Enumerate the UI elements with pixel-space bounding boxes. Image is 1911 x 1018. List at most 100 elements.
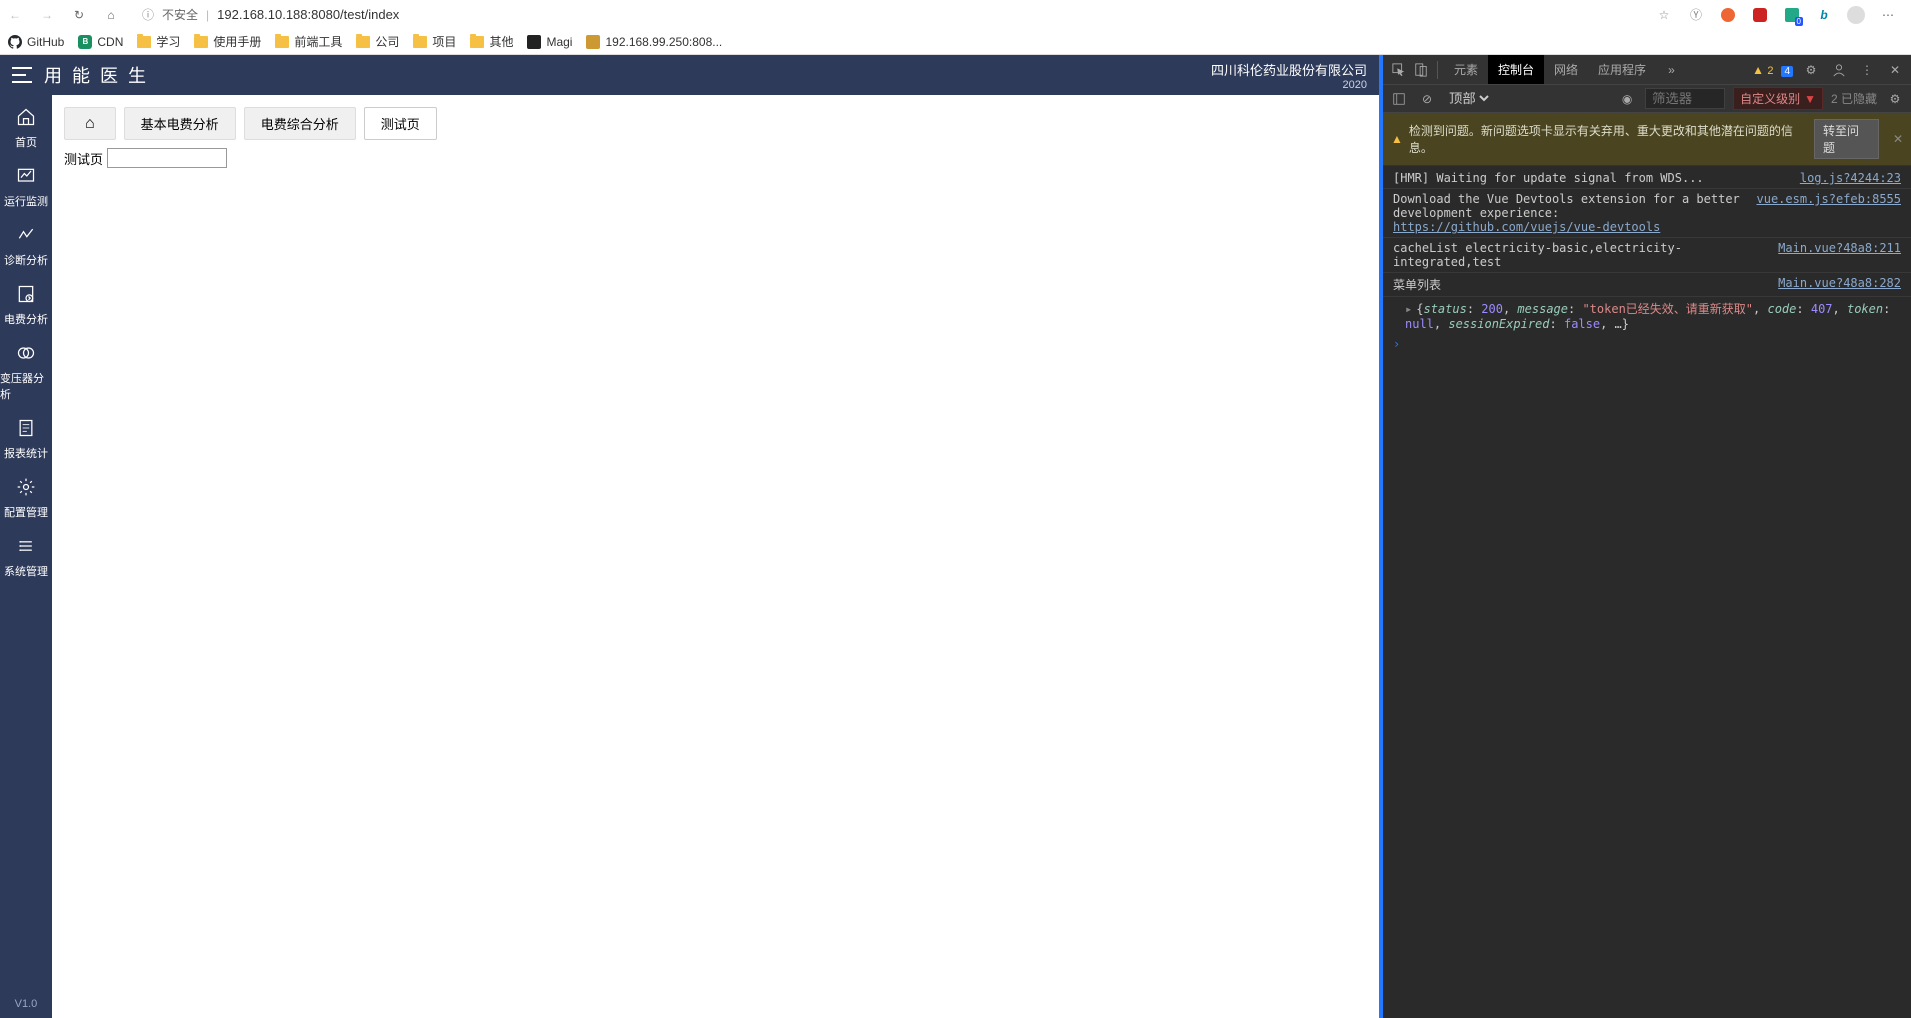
sidebar-item-system[interactable]: 系统管理 bbox=[0, 528, 52, 587]
sidebar-item-label: 配置管理 bbox=[4, 504, 48, 520]
app-header: 用能医生 四川科伦药业股份有限公司 2020 bbox=[0, 55, 1379, 95]
bookmark-item[interactable]: 前端工具 bbox=[275, 33, 342, 50]
hidden-count: 2 已隐藏 bbox=[1831, 90, 1877, 107]
sidebar-item-report[interactable]: 报表统计 bbox=[0, 410, 52, 469]
address-bar-row: ← → ↻ ⌂ ⓘ 不安全 | 192.168.10.188:8080/test… bbox=[0, 0, 1911, 29]
issues-banner: ▲ 检测到问题。新问题选项卡显示有关弃用、重大更改和其他潜在问题的信息。 转至问… bbox=[1383, 113, 1911, 166]
log-entry: ▸{status: 200, message: "token已经失效、请重新获取… bbox=[1383, 297, 1911, 334]
clear-console-icon[interactable]: ⊘ bbox=[1417, 89, 1437, 109]
console-settings-icon[interactable]: ⚙ bbox=[1885, 89, 1905, 109]
devtools-more-tabs[interactable]: » bbox=[1658, 57, 1685, 83]
sidebar-item-cost[interactable]: 电费分析 bbox=[0, 276, 52, 335]
tab-item[interactable]: 电费综合分析 bbox=[244, 107, 356, 140]
source-link[interactable]: log.js?4244:23 bbox=[1800, 171, 1901, 185]
transformer-icon bbox=[16, 343, 36, 366]
console-prompt[interactable]: › bbox=[1383, 334, 1911, 354]
refresh-button[interactable]: ↻ bbox=[70, 6, 88, 24]
sidebar-item-label: 变压器分析 bbox=[0, 370, 52, 402]
devtools-tab[interactable]: 控制台 bbox=[1488, 55, 1544, 84]
tab-home[interactable]: ⌂ bbox=[64, 107, 116, 140]
more-icon[interactable]: ⋯ bbox=[1879, 6, 1897, 24]
bookmark-item[interactable]: BCDN bbox=[78, 35, 123, 49]
devtools-tab[interactable]: 应用程序 bbox=[1588, 55, 1656, 84]
warning-icon: ▲ bbox=[1391, 132, 1403, 146]
bookmarks-bar: GitHub BCDN 学习使用手册前端工具公司项目其他 Magi 192.168.99… bbox=[0, 29, 1911, 54]
log-entry: Download the Vue Devtools extension for … bbox=[1383, 189, 1911, 238]
browser-chrome: ← → ↻ ⌂ ⓘ 不安全 | 192.168.10.188:8080/test… bbox=[0, 0, 1911, 55]
sidebar: 首页运行监测诊断分析电费分析变压器分析报表统计配置管理系统管理 V1.0 bbox=[0, 95, 52, 1018]
company-name: 四川科伦药业股份有限公司 bbox=[1211, 60, 1367, 79]
bookmark-item[interactable]: 公司 bbox=[356, 33, 399, 50]
monitor-icon bbox=[16, 166, 36, 189]
ext-red-icon[interactable] bbox=[1719, 6, 1737, 24]
account-icon[interactable] bbox=[1829, 60, 1849, 80]
ext-blue-icon[interactable]: 0 bbox=[1783, 6, 1801, 24]
bookmark-item[interactable]: 学习 bbox=[137, 33, 180, 50]
warn-badge[interactable]: ▲ 2 bbox=[1752, 63, 1773, 77]
main-content: ⌂基本电费分析电费综合分析测试页 测试页 bbox=[52, 95, 1379, 1018]
devtools-tab[interactable]: 网络 bbox=[1544, 55, 1588, 84]
log-link[interactable]: https://github.com/vuejs/vue-devtools bbox=[1393, 220, 1660, 234]
sidebar-item-label: 系统管理 bbox=[4, 563, 48, 579]
url-text: 192.168.10.188:8080/test/index bbox=[217, 7, 399, 22]
source-link[interactable]: Main.vue?48a8:282 bbox=[1778, 276, 1901, 293]
log-entry: cacheList electricity-basic,electricity-… bbox=[1383, 238, 1911, 273]
log-entry: [HMR] Waiting for update signal from WDS… bbox=[1383, 168, 1911, 189]
version-label: V1.0 bbox=[15, 990, 38, 1018]
adblock-icon[interactable] bbox=[1751, 6, 1769, 24]
sidebar-item-monitor[interactable]: 运行监测 bbox=[0, 158, 52, 217]
console-filter-input[interactable] bbox=[1645, 88, 1725, 109]
console-sidebar-icon[interactable] bbox=[1389, 89, 1409, 109]
sidebar-item-label: 首页 bbox=[15, 134, 37, 150]
devtools-tab[interactable]: 元素 bbox=[1444, 55, 1488, 84]
cost-icon bbox=[16, 284, 36, 307]
goto-issues-button[interactable]: 转至问题 bbox=[1814, 119, 1879, 159]
bookmark-item[interactable]: GitHub bbox=[8, 35, 64, 49]
forward-button[interactable]: → bbox=[38, 6, 56, 24]
devtools-tabs: 元素控制台网络应用程序 » ▲ 2 4 ⚙ ⋮ ✕ bbox=[1383, 55, 1911, 85]
app-title: 用能医生 bbox=[44, 62, 156, 88]
menu-toggle-icon[interactable] bbox=[12, 67, 32, 83]
tab-item[interactable]: 基本电费分析 bbox=[124, 107, 236, 140]
bookmark-item[interactable]: 其他 bbox=[470, 33, 513, 50]
source-link[interactable]: Main.vue?48a8:211 bbox=[1778, 241, 1901, 269]
info-icon: ⓘ bbox=[142, 6, 154, 23]
bookmark-item[interactable]: 项目 bbox=[413, 33, 456, 50]
sidebar-item-transformer[interactable]: 变压器分析 bbox=[0, 335, 52, 410]
expand-icon[interactable]: ▸ bbox=[1405, 302, 1412, 316]
log-level-select[interactable]: 自定义级别▼ bbox=[1733, 87, 1823, 110]
star-icon[interactable]: ☆ bbox=[1655, 6, 1673, 24]
settings-icon[interactable]: ⚙ bbox=[1801, 60, 1821, 80]
sidebar-item-diagnosis[interactable]: 诊断分析 bbox=[0, 217, 52, 276]
sidebar-item-config[interactable]: 配置管理 bbox=[0, 469, 52, 528]
content-tabs: ⌂基本电费分析电费综合分析测试页 bbox=[64, 107, 1367, 140]
test-field-row: 测试页 bbox=[64, 148, 1367, 168]
device-icon[interactable] bbox=[1411, 60, 1431, 80]
sidebar-item-label: 运行监测 bbox=[4, 193, 48, 209]
tab-item[interactable]: 测试页 bbox=[364, 107, 437, 140]
test-field-label: 测试页 bbox=[64, 149, 103, 168]
sidebar-item-home[interactable]: 首页 bbox=[0, 99, 52, 158]
home-button[interactable]: ⌂ bbox=[102, 6, 120, 24]
test-input[interactable] bbox=[107, 148, 227, 168]
bookmark-item[interactable]: 使用手册 bbox=[194, 33, 261, 50]
profile-icon[interactable] bbox=[1847, 6, 1865, 24]
yandex-icon[interactable]: Ⓨ bbox=[1687, 6, 1705, 24]
issues-close-icon[interactable]: ✕ bbox=[1893, 132, 1903, 146]
bookmark-item[interactable]: 192.168.99.250:808... bbox=[586, 35, 722, 49]
info-badge[interactable]: 4 bbox=[1781, 63, 1793, 77]
sidebar-item-label: 报表统计 bbox=[4, 445, 48, 461]
bing-icon[interactable]: b bbox=[1815, 6, 1833, 24]
chrome-actions: ☆ Ⓨ 0 b ⋯ bbox=[1655, 6, 1905, 24]
home-icon bbox=[16, 107, 36, 130]
report-icon bbox=[16, 418, 36, 441]
context-select[interactable]: 顶部 bbox=[1445, 90, 1492, 107]
inspect-icon[interactable] bbox=[1389, 60, 1409, 80]
back-button[interactable]: ← bbox=[6, 6, 24, 24]
devtools-close-icon[interactable]: ✕ bbox=[1885, 60, 1905, 80]
address-bar[interactable]: ⓘ 不安全 | 192.168.10.188:8080/test/index bbox=[134, 2, 1641, 28]
bookmark-item[interactable]: Magi bbox=[527, 35, 572, 49]
source-link[interactable]: vue.esm.js?efeb:8555 bbox=[1757, 192, 1902, 234]
devtools-menu-icon[interactable]: ⋮ bbox=[1857, 60, 1877, 80]
live-expr-icon[interactable]: ◉ bbox=[1617, 89, 1637, 109]
